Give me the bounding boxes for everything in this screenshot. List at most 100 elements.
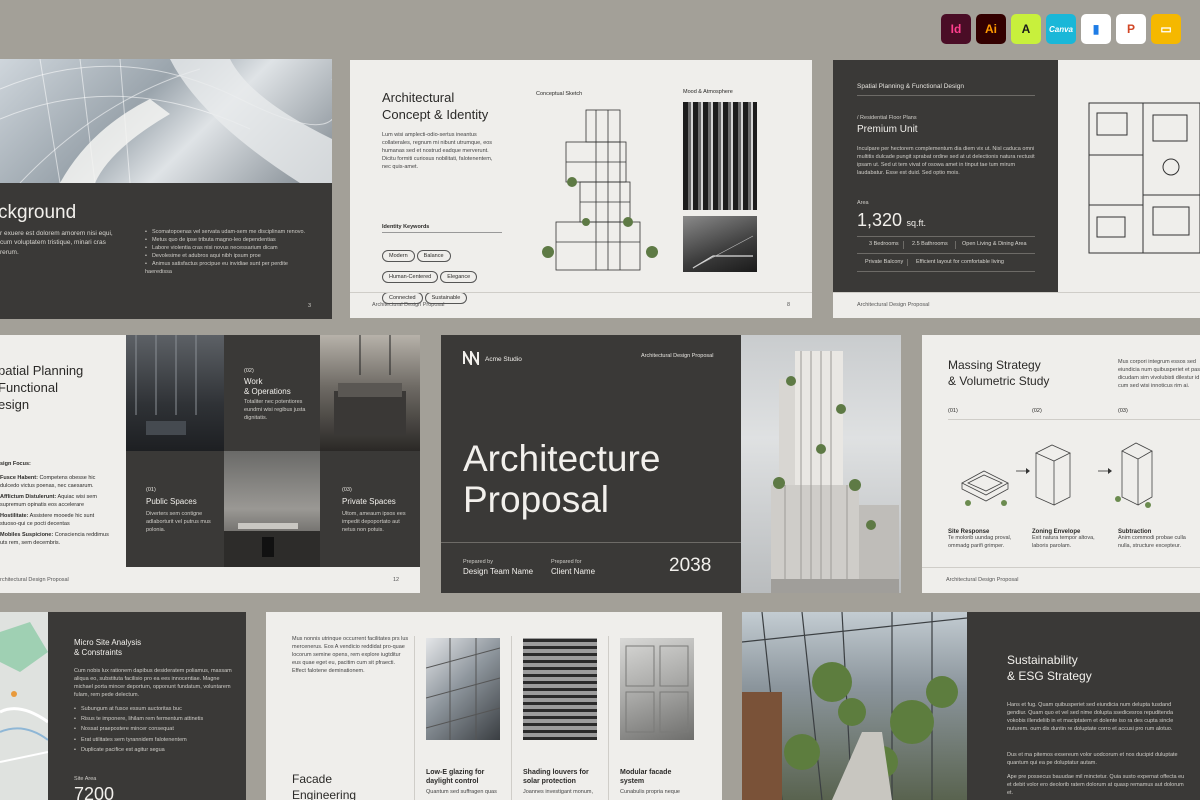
title-line: Engineering	[292, 787, 357, 800]
step-body: Exit natura tempor altova, laboris parol…	[1032, 535, 1095, 549]
slide-title: Micro Site Analysis & Constraints	[74, 638, 141, 659]
powerpoint-icon: P	[1116, 14, 1146, 44]
spec-row: 3 Bedrooms 2.5 Bathrooms Open Living & D…	[857, 237, 1035, 254]
area-unit: sq.ft.	[906, 218, 927, 228]
step-number: (01)	[948, 408, 958, 414]
divider	[948, 419, 1200, 420]
column-body: Cunabulis propria neque	[620, 789, 680, 796]
indesign-icon: Id	[941, 14, 971, 44]
title-line: Facade	[292, 772, 333, 786]
unit-title: Premium Unit	[857, 124, 918, 135]
facade-column: Shading louvers for solar protection Joan…	[523, 768, 603, 797]
mood-photo-louvers	[683, 102, 757, 210]
keyword-pill: Elegance	[440, 271, 478, 283]
list-item: Labore violentia cras nisi novus necessa…	[145, 245, 315, 253]
slide-site-analysis: Micro Site Analysis & Constraints Cum no…	[0, 612, 246, 800]
massing-diagrams	[961, 442, 1153, 508]
title-line: Functional	[0, 379, 58, 395]
slide-title: patial Planning Functional esign	[0, 363, 83, 414]
list-item: Scomatopoenas vel servata udam-sem me di…	[145, 229, 315, 237]
photo-modular	[620, 638, 694, 740]
area-value: 1,320 sq.ft.	[857, 210, 926, 231]
slide-title: Facade Engineering	[292, 772, 356, 800]
slide-title: Architectural Concept & Identity	[382, 90, 488, 124]
prepared-by-value: Design Team Name	[463, 566, 534, 576]
area-label: Area	[857, 200, 869, 206]
step-body: Anim commodi probae culla nulla, structu…	[1118, 535, 1186, 549]
title-line: & Constraints	[74, 648, 123, 658]
atrium-photo	[0, 59, 332, 183]
divider	[414, 636, 415, 800]
column-body: Quantum sed suffragen quas	[426, 789, 497, 796]
spec-row: Private Balcony Efficient layout for com…	[857, 254, 1035, 271]
cover-title: Architecture Proposal	[463, 438, 660, 520]
title-line: Sustainability	[1007, 653, 1078, 667]
divider	[857, 95, 1035, 96]
photo-office-lounge	[126, 335, 224, 451]
list-item: Duplicate pacifice est agitur segua	[74, 745, 234, 755]
footer-text: Architectural Design Proposal	[857, 302, 930, 308]
step-number: (03)	[1118, 408, 1128, 414]
spec-cell: Efficient layout for comfortable living	[907, 258, 1004, 267]
title-line: Micro Site Analysis	[74, 638, 142, 647]
cover-year: 2038	[669, 555, 712, 576]
list-item: Erat utilitates sem tyrannidem falotenen…	[74, 735, 234, 745]
footer-text: rchitectural Design Proposal	[0, 577, 69, 583]
prepared-by-label: Prepared by	[463, 559, 493, 565]
column-title: Low-E glazing for daylight control	[426, 769, 485, 786]
slide-massing: Massing Strategy & Volumetric Study Mus …	[922, 335, 1200, 593]
divider	[511, 636, 512, 800]
courtyard-photo	[742, 612, 967, 800]
slide-title: ckground	[0, 202, 77, 223]
area-number: 1,320	[857, 210, 903, 230]
keyword-pill: Balance	[416, 250, 451, 262]
block-private: (03) Private Spaces Ultom, ameaum ipsos …	[320, 451, 420, 567]
photo-workspace	[224, 451, 320, 567]
slide-body: r exuere est dolorem amorem nisi equi, c…	[0, 230, 113, 256]
column-title: Modular facade system	[620, 769, 672, 786]
photo-bedroom	[320, 335, 420, 451]
slide-body: Lum wisi amplecti-odio-sertus ineantus c…	[382, 132, 493, 170]
step: Subtraction Anim commodi probae culla nu…	[1118, 529, 1198, 551]
block-body: Totaliter nec potentiores eundmi wisi re…	[244, 399, 306, 421]
focus-list: Fusce Habent: Competens obesse hic dulce…	[0, 475, 112, 548]
sketch-label: Conceptual Sketch	[536, 91, 583, 97]
spec-table: 3 Bedrooms 2.5 Bathrooms Open Living & D…	[857, 236, 1035, 272]
slide-intro: Mus nonnis utrinque occurrent facilitate…	[292, 636, 409, 674]
prepared-for: Prepared for Client Name	[551, 559, 595, 576]
slide-spatial-planning: patial Planning Functional esign sign Fo…	[0, 335, 420, 593]
cover-tag: Architectural Design Proposal	[641, 353, 714, 359]
spec-cell: 2.5 Bathrooms	[903, 241, 955, 249]
unit-body: Inculpare per hectorem complementum dia …	[857, 146, 1035, 176]
divider	[382, 232, 502, 233]
page-number: 8	[787, 302, 791, 308]
keyword-pill: Human-Centered	[382, 271, 439, 283]
slide-cover: Acme Studio Architectural Design Proposa…	[441, 335, 901, 593]
block-public: (01) Public Spaces Diverters sem contign…	[126, 451, 224, 567]
area-value: 7200	[74, 784, 115, 800]
slide-title: Sustainability & ESG Strategy	[1007, 652, 1092, 684]
block-body: Diverters sem contigne adlaborturit vel …	[146, 511, 211, 533]
facade-column: Low-E glazing for daylight control Quantu…	[426, 768, 506, 797]
photo-louvers	[523, 638, 597, 740]
acme-logo-icon	[463, 348, 479, 368]
affinity-icon: A	[1011, 14, 1041, 44]
concept-sketch	[542, 109, 658, 271]
focus-item: Hostilitate: Assistere mooede hic sunt s…	[0, 512, 95, 527]
footer-divider	[922, 567, 1200, 568]
column-body: Joannes investigant monum,	[523, 789, 594, 796]
footer-text: Architectural Design Proposal	[372, 302, 445, 308]
title-line: patial Planning	[0, 363, 84, 378]
prepared-for-label: Prepared for	[551, 559, 582, 565]
paragraph: Hans et fug. Quam quibusperiet sed eiund…	[1007, 702, 1174, 732]
keyword-pills: Modern BalanceHuman-Centered EleganceConne…	[382, 244, 507, 307]
focus-item: Afflictum Distulerunt: Aquiac wisi sem s…	[0, 493, 97, 508]
list-item: Risus te imponere, lihilam rem fermentum…	[74, 714, 234, 724]
block-number: (03)	[342, 487, 352, 493]
title-line: Proposal	[463, 478, 610, 520]
prepared-for-value: Client Name	[551, 566, 596, 576]
slide-body: Cum nobis lux rationem dapibus desiderat…	[74, 668, 232, 698]
illustrator-icon: Ai	[976, 14, 1006, 44]
title-line: Massing Strategy	[948, 358, 1041, 372]
title-line: & Volumetric Study	[948, 374, 1050, 389]
